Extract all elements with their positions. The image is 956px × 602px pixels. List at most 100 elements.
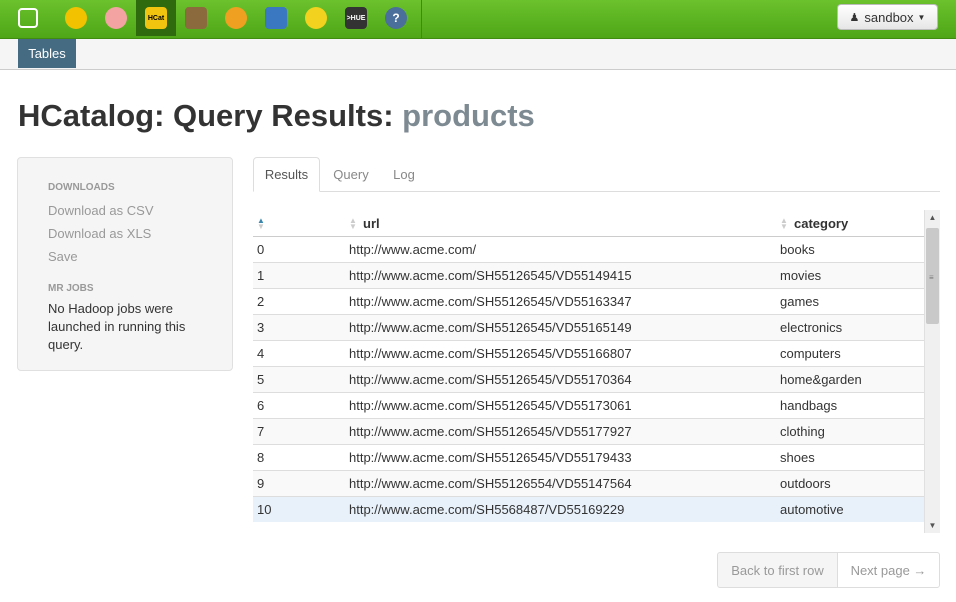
url-cell: http://www.acme.com/SH55126545/VD5517036… [301, 366, 780, 393]
tab-query[interactable]: Query [322, 157, 380, 191]
row-index-cell: 5 [253, 366, 301, 393]
downloads-header: DOWNLOADS [48, 182, 115, 193]
app-help-button[interactable]: ? [376, 0, 416, 36]
oozie-icon [265, 7, 287, 29]
table-row[interactable]: 0 http://www.acme.com/books [253, 236, 924, 263]
download-xls-link[interactable]: Download as XLS [48, 226, 151, 241]
app-launcher-divider [421, 0, 422, 38]
hcatalog-icon: HCat [145, 7, 167, 29]
table-row[interactable]: 6 http://www.acme.com/SH55126545/VD551730… [253, 392, 924, 419]
column-header-index[interactable]: ▲ ▼ [253, 210, 301, 237]
app-hcatalog-button[interactable]: HCat [136, 0, 176, 36]
app-job-browser-button[interactable] [296, 0, 336, 36]
table-row[interactable]: 8 http://www.acme.com/SH55126545/VD551794… [253, 444, 924, 471]
back-to-first-row-button[interactable]: Back to first row [717, 552, 838, 588]
category-cell: games [780, 288, 924, 315]
url-cell: http://www.acme.com/SH55126545/VD5517943… [301, 444, 780, 471]
url-cell: http://www.acme.com/SH55126545/VD5516514… [301, 314, 780, 341]
row-index-cell: 9 [253, 470, 301, 497]
row-index-cell: 1 [253, 262, 301, 289]
table-row[interactable]: 2 http://www.acme.com/SH55126545/VD551633… [253, 288, 924, 315]
table-row[interactable]: 4 http://www.acme.com/SH55126545/VD551668… [253, 340, 924, 367]
category-cell: books [780, 236, 924, 263]
app-file-browser-button[interactable] [176, 0, 216, 36]
sort-icon: ▲ ▼ [780, 216, 788, 232]
user-menu-button[interactable]: ♟ sandbox ▼ [837, 4, 938, 30]
column-header-url[interactable]: ▲ ▼ url [301, 210, 780, 237]
top-navbar: HCat >HUE? ♟ sandbox ▼ [0, 0, 956, 39]
url-cell: http://www.acme.com/SH55126545/VD5517792… [301, 418, 780, 445]
row-index-cell: 0 [253, 236, 301, 263]
url-cell: http://www.acme.com/SH55126545/VD5517306… [301, 392, 780, 419]
category-cell: clothing [780, 418, 924, 445]
table-header-row: ▲ ▼ ▲ ▼ url ▲ ▼ category [253, 210, 924, 237]
url-cell: http://www.acme.com/ [301, 236, 780, 263]
results-table: ▲ ▼ ▲ ▼ url ▲ ▼ category 0 http://www.acme.com… [253, 210, 924, 522]
row-index-cell: 3 [253, 314, 301, 341]
table-scrollbar[interactable]: ▲ ≡ ▼ [924, 210, 940, 533]
scroll-up-icon[interactable]: ▲ [925, 210, 940, 225]
page-title: HCatalog: Query Results: products [18, 98, 535, 134]
beeswax-hive-icon [65, 7, 87, 29]
column-header-category[interactable]: ▲ ▼ category [780, 210, 924, 237]
url-cell: http://www.acme.com/SH55126545/VD5514941… [301, 262, 780, 289]
scroll-down-icon[interactable]: ▼ [925, 518, 940, 533]
table-row[interactable]: 7 http://www.acme.com/SH55126545/VD551779… [253, 418, 924, 445]
page-title-prefix: HCatalog: Query Results: [18, 98, 394, 133]
sort-ascending-icon: ▲ ▼ [257, 216, 265, 232]
hue-logo-icon [18, 8, 38, 28]
category-cell: shoes [780, 444, 924, 471]
url-cell: http://www.acme.com/SH55126545/VD5516680… [301, 340, 780, 367]
category-cell: outdoors [780, 470, 924, 497]
job-browser-icon [305, 7, 327, 29]
category-cell: automotive [780, 496, 924, 522]
save-link[interactable]: Save [48, 249, 78, 264]
sidebar: DOWNLOADS Download as CSV Download as XL… [17, 157, 233, 371]
table-body: 0 http://www.acme.com/books 1 http://www.ac… [253, 236, 924, 522]
table-row[interactable]: 1 http://www.acme.com/SH55126545/VD551494… [253, 262, 924, 289]
tab-log[interactable]: Log [381, 157, 427, 191]
app-launcher: HCat >HUE? [0, 0, 422, 38]
caret-down-icon: ▼ [917, 12, 926, 22]
mr-jobs-text: No Hadoop jobs were launched in running … [48, 301, 186, 352]
app-shell-button[interactable]: >HUE [336, 0, 376, 36]
category-cell: electronics [780, 314, 924, 341]
sort-icon: ▲ ▼ [349, 216, 357, 232]
table-row[interactable]: 9 http://www.acme.com/SH55126554/VD551475… [253, 470, 924, 497]
app-job-designer-button[interactable] [216, 0, 256, 36]
mr-jobs-header: MR JOBS [48, 283, 94, 294]
next-page-button[interactable]: Next page → [837, 552, 940, 588]
table-row[interactable]: 10 http://www.acme.com/SH5568487/VD551692… [253, 496, 924, 522]
row-index-cell: 8 [253, 444, 301, 471]
row-index-cell: 6 [253, 392, 301, 419]
table-row[interactable]: 5 http://www.acme.com/SH55126545/VD551703… [253, 366, 924, 393]
category-cell: movies [780, 262, 924, 289]
category-cell: computers [780, 340, 924, 367]
scrollbar-grip-icon: ≡ [929, 273, 934, 282]
column-header-url-label: url [363, 215, 380, 231]
url-cell: http://www.acme.com/SH55126545/VD5516334… [301, 288, 780, 315]
page-title-table: products [402, 98, 535, 133]
app-pig-button[interactable] [96, 0, 136, 36]
pig-icon [105, 7, 127, 29]
user-menu-label: sandbox [864, 9, 914, 25]
user-icon: ♟ [849, 11, 860, 24]
shell-icon: >HUE [345, 7, 367, 29]
download-csv-link[interactable]: Download as CSV [48, 203, 154, 218]
result-tabs: Results Query Log [253, 157, 940, 192]
row-index-cell: 4 [253, 340, 301, 367]
table-row[interactable]: 3 http://www.acme.com/SH55126545/VD551651… [253, 314, 924, 341]
column-header-category-label: category [794, 215, 849, 231]
row-index-cell: 10 [253, 496, 301, 522]
app-hue-logo-button[interactable] [0, 0, 56, 36]
job-designer-icon [225, 7, 247, 29]
category-cell: handbags [780, 392, 924, 419]
results-table-container: ▲ ▼ ▲ ▼ url ▲ ▼ category 0 http://www.acme.com… [253, 210, 924, 533]
category-cell: home&garden [780, 366, 924, 393]
tables-nav-tab[interactable]: Tables [18, 39, 76, 68]
row-index-cell: 7 [253, 418, 301, 445]
tab-results[interactable]: Results [253, 157, 320, 192]
url-cell: http://www.acme.com/SH55126554/VD5514756… [301, 470, 780, 497]
app-beeswax-hive-button[interactable] [56, 0, 96, 36]
app-oozie-button[interactable] [256, 0, 296, 36]
